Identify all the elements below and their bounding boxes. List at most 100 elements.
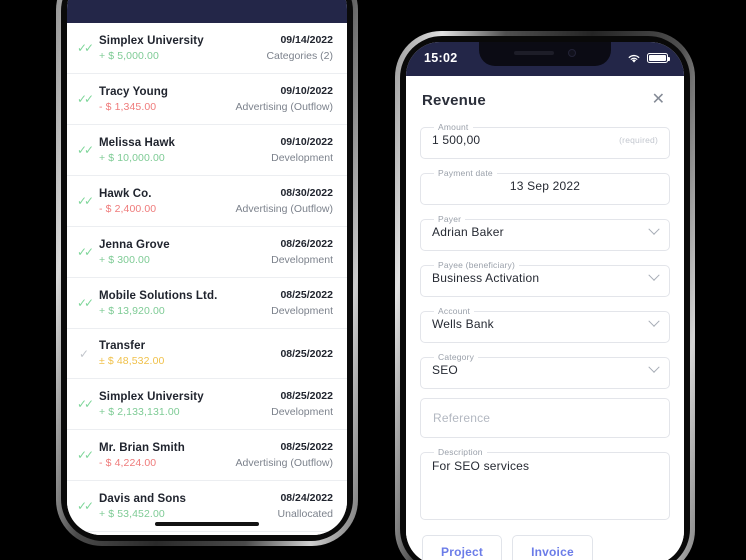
field-label: Payment date xyxy=(438,168,493,178)
field-value-text: SEO xyxy=(432,363,458,377)
transaction-meta: 08/25/2022 Development xyxy=(271,289,333,317)
transaction-amount: + $ 13,920.00 xyxy=(99,304,165,317)
transaction-name: Simplex University xyxy=(99,390,204,403)
device-notch xyxy=(479,42,611,66)
transaction-amount: - $ 1,345.00 xyxy=(99,100,157,113)
transaction-amount: + $ 10,000.00 xyxy=(99,151,165,164)
transaction-row[interactable]: ✓✓ Simplex University + $ 2,133,131.00 08/2… xyxy=(67,379,347,430)
double-check-icon: ✓✓ xyxy=(76,397,94,411)
field-value-text: Wells Bank xyxy=(432,317,494,331)
transaction-main: Mobile Solutions Ltd. + $ 13,920.00 xyxy=(99,290,271,317)
transaction-category: Advertising (Outflow) xyxy=(235,203,333,215)
form-fields-group: Amount 1 500,00 (required) Payment date 13 S… xyxy=(420,122,670,389)
form-field-payment-date[interactable]: Payment date 13 Sep 2022 xyxy=(420,168,670,205)
wifi-icon xyxy=(628,54,640,63)
transaction-amount: - $ 4,224.00 xyxy=(99,456,157,469)
transaction-row[interactable]: ✓✓ Simplex University + $ 5,000.00 09/14/20… xyxy=(67,23,347,74)
description-textarea[interactable]: For SEO services xyxy=(432,457,658,519)
transaction-name: Mr. Brian Smith xyxy=(99,441,185,454)
transaction-name: Hawk Co. xyxy=(99,187,152,200)
reference-input[interactable]: Reference xyxy=(420,398,670,438)
transaction-date: 09/10/2022 xyxy=(280,136,333,148)
field-value[interactable]: Adrian Baker xyxy=(432,223,660,250)
transaction-meta: 08/25/2022 Advertising (Outflow) xyxy=(236,441,333,469)
field-value-text: 1 500,00 xyxy=(432,133,481,147)
field-value-text: 13 Sep 2022 xyxy=(509,179,581,193)
transaction-main: Simplex University + $ 2,133,131.00 xyxy=(99,391,271,418)
chevron-down-icon[interactable] xyxy=(648,315,660,327)
field-value-text: Business Activation xyxy=(432,271,540,285)
transaction-meta: 08/24/2022 Unallocated xyxy=(278,492,333,520)
field-label: Amount xyxy=(438,122,469,132)
transaction-date: 09/10/2022 xyxy=(280,85,333,97)
transaction-meta: 08/25/2022 Development xyxy=(271,390,333,418)
form-field-account[interactable]: Account Wells Bank xyxy=(420,306,670,343)
invoice-button[interactable]: Invoice xyxy=(512,535,593,560)
field-hint: (required) xyxy=(619,135,658,145)
chevron-down-icon[interactable] xyxy=(648,269,660,281)
transaction-name: Melissa Hawk xyxy=(99,136,175,149)
app-header-bar xyxy=(67,0,347,23)
transaction-row[interactable]: ✓✓ Melissa Hawk + $ 10,000.00 09/10/2022 Dev… xyxy=(67,125,347,176)
form-field-payee-beneficiary[interactable]: Payee (beneficiary) Business Activation xyxy=(420,260,670,297)
description-label: Description xyxy=(438,447,483,457)
form-field-category[interactable]: Category SEO xyxy=(420,352,670,389)
transaction-date: 08/25/2022 xyxy=(280,441,333,453)
transaction-amount: + $ 300.00 xyxy=(99,253,150,266)
transactions-list[interactable]: ✓✓ Simplex University + $ 5,000.00 09/14/20… xyxy=(67,23,347,535)
transaction-row[interactable]: ✓✓Joseph Carter- $ 13,131.0008/24/2022Ad… xyxy=(67,532,347,535)
transaction-name: Tracy Young xyxy=(99,85,169,98)
project-button[interactable]: Project xyxy=(422,535,503,560)
transaction-category: Development xyxy=(271,406,333,418)
description-field[interactable]: Description For SEO services xyxy=(420,447,670,520)
transaction-date: 09/14/2022 xyxy=(280,34,333,46)
transaction-meta: 08/25/2022 xyxy=(280,348,333,360)
field-value[interactable]: 1 500,00 (required) xyxy=(432,132,658,158)
transaction-meta: 08/30/2022 Advertising (Outflow) xyxy=(236,187,333,215)
transaction-amount: + $ 53,452.00 xyxy=(99,507,165,520)
chevron-down-icon[interactable] xyxy=(648,223,660,235)
form-field-payer[interactable]: Payer Adrian Baker xyxy=(420,214,670,251)
transaction-meta: 09/10/2022 Advertising (Outflow) xyxy=(236,85,333,113)
chevron-down-icon[interactable] xyxy=(648,361,660,373)
double-check-icon: ✓✓ xyxy=(76,194,94,208)
transaction-category: Development xyxy=(271,305,333,317)
transaction-row[interactable]: ✓✓ Mr. Brian Smith - $ 4,224.00 08/25/2022 A… xyxy=(67,430,347,481)
transaction-row[interactable]: ✓✓ Mobile Solutions Ltd. + $ 13,920.00 08/2… xyxy=(67,278,347,329)
transaction-category: Advertising (Outflow) xyxy=(235,101,333,113)
double-check-icon: ✓✓ xyxy=(76,245,94,259)
double-check-icon: ✓✓ xyxy=(76,41,94,55)
transaction-category: Categories (2) xyxy=(266,50,333,62)
close-icon[interactable]: ✕ xyxy=(649,90,668,110)
field-label: Account xyxy=(438,306,471,316)
transaction-amount: + $ 2,133,131.00 xyxy=(99,405,180,418)
transaction-row[interactable]: ✓✓ Hawk Co. - $ 2,400.00 08/30/2022 Advertis… xyxy=(67,176,347,227)
field-value[interactable]: SEO xyxy=(432,361,660,388)
transaction-meta: 08/26/2022 Development xyxy=(271,238,333,266)
field-value[interactable]: 13 Sep 2022 xyxy=(432,178,658,204)
transaction-row[interactable]: ✓✓ Jenna Grove + $ 300.00 08/26/2022 Develop… xyxy=(67,227,347,278)
speaker-grille-icon xyxy=(514,50,554,55)
form-field-amount[interactable]: Amount 1 500,00 (required) xyxy=(420,122,670,159)
transaction-name: Jenna Grove xyxy=(99,238,170,251)
transaction-amount: - $ 2,400.00 xyxy=(99,202,157,215)
field-label: Category xyxy=(438,352,475,362)
transaction-main: Jenna Grove + $ 300.00 xyxy=(99,239,271,266)
transaction-row[interactable]: ✓✓ Tracy Young - $ 1,345.00 09/10/2022 Adver… xyxy=(67,74,347,125)
double-check-icon: ✓✓ xyxy=(76,92,94,106)
field-value[interactable]: Business Activation xyxy=(432,269,660,296)
field-value-text: Adrian Baker xyxy=(432,225,504,239)
double-check-icon: ✓✓ xyxy=(76,499,94,513)
transaction-date: 08/25/2022 xyxy=(280,390,333,402)
field-value[interactable]: Wells Bank xyxy=(432,315,660,342)
transaction-main: Mr. Brian Smith - $ 4,224.00 xyxy=(99,442,236,469)
transaction-date: 08/24/2022 xyxy=(280,492,333,504)
transaction-row[interactable]: ✓ Transfer ± $ 48,532.00 08/25/2022 xyxy=(67,329,347,379)
transaction-main: Hawk Co. - $ 2,400.00 xyxy=(99,188,236,215)
revenue-form-sheet: Revenue ✕ Amount 1 500,00 (required) Paymen… xyxy=(406,76,684,560)
transaction-category: Advertising (Outflow) xyxy=(235,457,333,469)
double-check-icon: ✓✓ xyxy=(76,448,94,462)
transaction-date: 08/30/2022 xyxy=(280,187,333,199)
transaction-name: Simplex University xyxy=(99,34,204,47)
reference-field[interactable]: Reference xyxy=(420,398,670,438)
